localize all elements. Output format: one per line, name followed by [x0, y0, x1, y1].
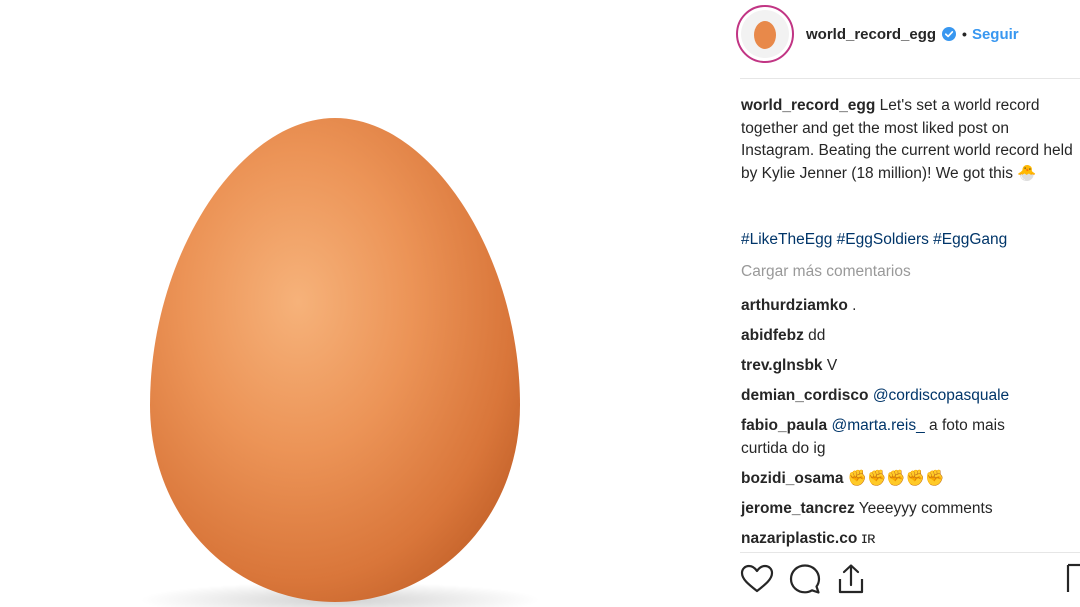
comment-username[interactable]: trev.glnsbk — [741, 357, 823, 374]
follow-button[interactable]: Seguir — [972, 26, 1019, 43]
egg-image — [140, 118, 540, 607]
hashtag-egg-gang[interactable]: #EggGang — [933, 231, 1007, 248]
comment-text: . — [847, 297, 857, 314]
avatar-image — [741, 10, 789, 58]
hatching-chick-emoji: 🐣 — [1017, 164, 1037, 182]
comment-item: fabio_paula @marta.reis_ a foto mais cur… — [741, 415, 1041, 460]
egg-avatar-icon — [754, 21, 776, 49]
comment-mention[interactable]: @cordiscopasquale — [873, 387, 1009, 404]
comment-item: jerome_tancrez Yeeeyyy comments — [741, 498, 993, 521]
load-more-comments-link[interactable]: Cargar más comentarios — [741, 263, 911, 281]
avatar[interactable] — [736, 5, 794, 63]
username-link[interactable]: world_record_egg — [806, 26, 936, 43]
comment-username[interactable]: bozidi_osama — [741, 470, 844, 487]
hashtag-egg-soldiers[interactable]: #EggSoldiers — [837, 231, 929, 248]
comment-item: trev.glnsbk V — [741, 355, 837, 378]
actions-divider — [740, 552, 1080, 553]
bookmark-icon[interactable] — [1066, 562, 1080, 599]
comment-item: arthurdziamko . — [741, 295, 856, 318]
verified-badge-icon — [942, 27, 957, 41]
comment-username[interactable]: abidfebz — [741, 327, 804, 344]
comment-item: nazariplastic.co ɪʀ — [741, 528, 876, 551]
comment-username[interactable]: fabio_paula — [741, 417, 827, 434]
heart-icon[interactable] — [740, 564, 774, 594]
comment-username[interactable]: arthurdziamko — [741, 297, 848, 314]
post-header: world_record_egg • Seguir — [736, 2, 1080, 66]
post-caption: world_record_egg Let's set a world recor… — [741, 95, 1080, 185]
separator-dot: • — [962, 26, 967, 42]
comment-icon[interactable] — [788, 563, 822, 595]
hashtags: #LikeTheEgg #EggSoldiers #EggGang — [741, 231, 1007, 249]
comment-text: ✊✊✊✊✊ — [843, 470, 945, 487]
comment-item: bozidi_osama ✊✊✊✊✊ — [741, 468, 944, 491]
comment-text: ɪʀ — [857, 530, 876, 547]
comment-text: V — [822, 357, 838, 374]
caption-username[interactable]: world_record_egg — [741, 97, 875, 114]
hashtag-like-the-egg[interactable]: #LikeTheEgg — [741, 231, 832, 248]
comment-item: demian_cordisco @cordiscopasquale — [741, 385, 1009, 408]
post-details-panel: world_record_egg • Seguir world_record_e… — [726, 0, 1080, 607]
comment-item: abidfebz dd — [741, 325, 825, 348]
comment-text: dd — [803, 327, 826, 344]
comment-text: Yeeeyyy comments — [854, 500, 993, 517]
header-divider — [740, 78, 1080, 79]
comment-username[interactable]: nazariplastic.co — [741, 530, 857, 547]
share-icon[interactable] — [836, 563, 866, 595]
post-user-line: world_record_egg • Seguir — [806, 26, 1019, 43]
comment-mention[interactable]: @marta.reis_ — [831, 417, 924, 434]
post-actions-bar — [740, 562, 1080, 596]
post-image[interactable] — [0, 0, 726, 607]
comment-username[interactable]: jerome_tancrez — [741, 500, 855, 517]
comment-username[interactable]: demian_cordisco — [741, 387, 869, 404]
